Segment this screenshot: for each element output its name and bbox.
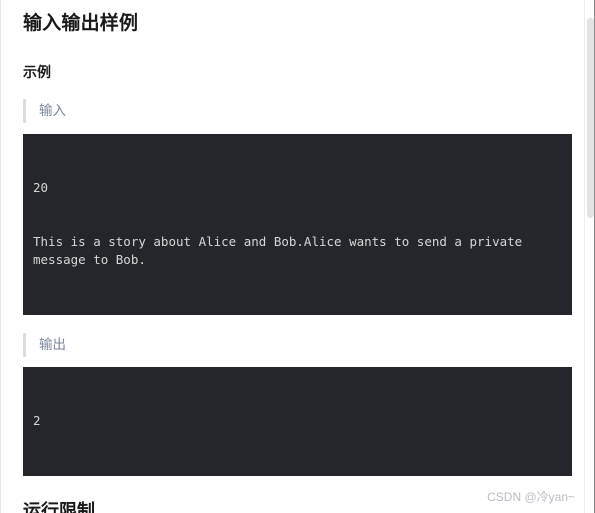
scrollbar-thumb[interactable] [587,18,594,218]
input-label: 输入 [39,103,66,118]
problem-page: 输入输出样例 示例 输入 20 This is a story about Al… [0,0,595,513]
output-code-block[interactable]: 2 [23,367,572,476]
input-label-block: 输入 [1,99,584,123]
input-code-block[interactable]: 20 This is a story about Alice and Bob.A… [23,134,572,315]
code-line: 20 [33,180,49,195]
output-label: 输出 [39,337,66,352]
csdn-watermark: CSDN @冷yan~ [487,490,575,504]
code-line: This is a story about Alice and Bob.Alic… [33,234,530,267]
code-line: 2 [33,413,41,428]
example-subtitle: 示例 [23,64,51,80]
output-label-block: 输出 [1,333,584,357]
problem-content: 输入输出样例 示例 输入 20 This is a story about Al… [1,0,584,513]
page-title: 输入输出样例 [23,13,139,34]
